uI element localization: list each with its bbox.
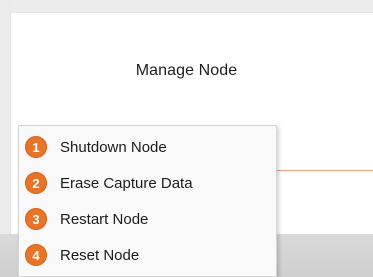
background-region-left [0, 234, 18, 277]
menu-item-label: Restart Node [60, 210, 149, 228]
background-region [277, 234, 373, 277]
window-top-edge [0, 0, 373, 12]
menu-item-label: Erase Capture Data [60, 174, 193, 192]
step-number-badge: 2 [25, 172, 47, 194]
page-title: Manage Node [135, 62, 238, 79]
menu-item-reset-node[interactable]: 4 Reset Node [25, 242, 270, 268]
node-context-menu: 1 Shutdown Node 2 Erase Capture Data 3 R… [18, 125, 277, 277]
menu-item-shutdown-node[interactable]: 1 Shutdown Node [25, 134, 270, 160]
step-number-badge: 4 [25, 244, 47, 266]
menu-item-label: Reset Node [60, 246, 140, 264]
menu-item-label: Shutdown Node [60, 138, 167, 156]
menu-item-restart-node[interactable]: 3 Restart Node [25, 206, 270, 232]
step-number-badge: 1 [25, 136, 47, 158]
screen: Manage Node 1 Shutdown Node 2 Erase Capt… [0, 0, 373, 277]
accent-divider [277, 170, 373, 171]
step-number-badge: 3 [25, 208, 47, 230]
menu-item-erase-capture-data[interactable]: 2 Erase Capture Data [25, 170, 270, 196]
